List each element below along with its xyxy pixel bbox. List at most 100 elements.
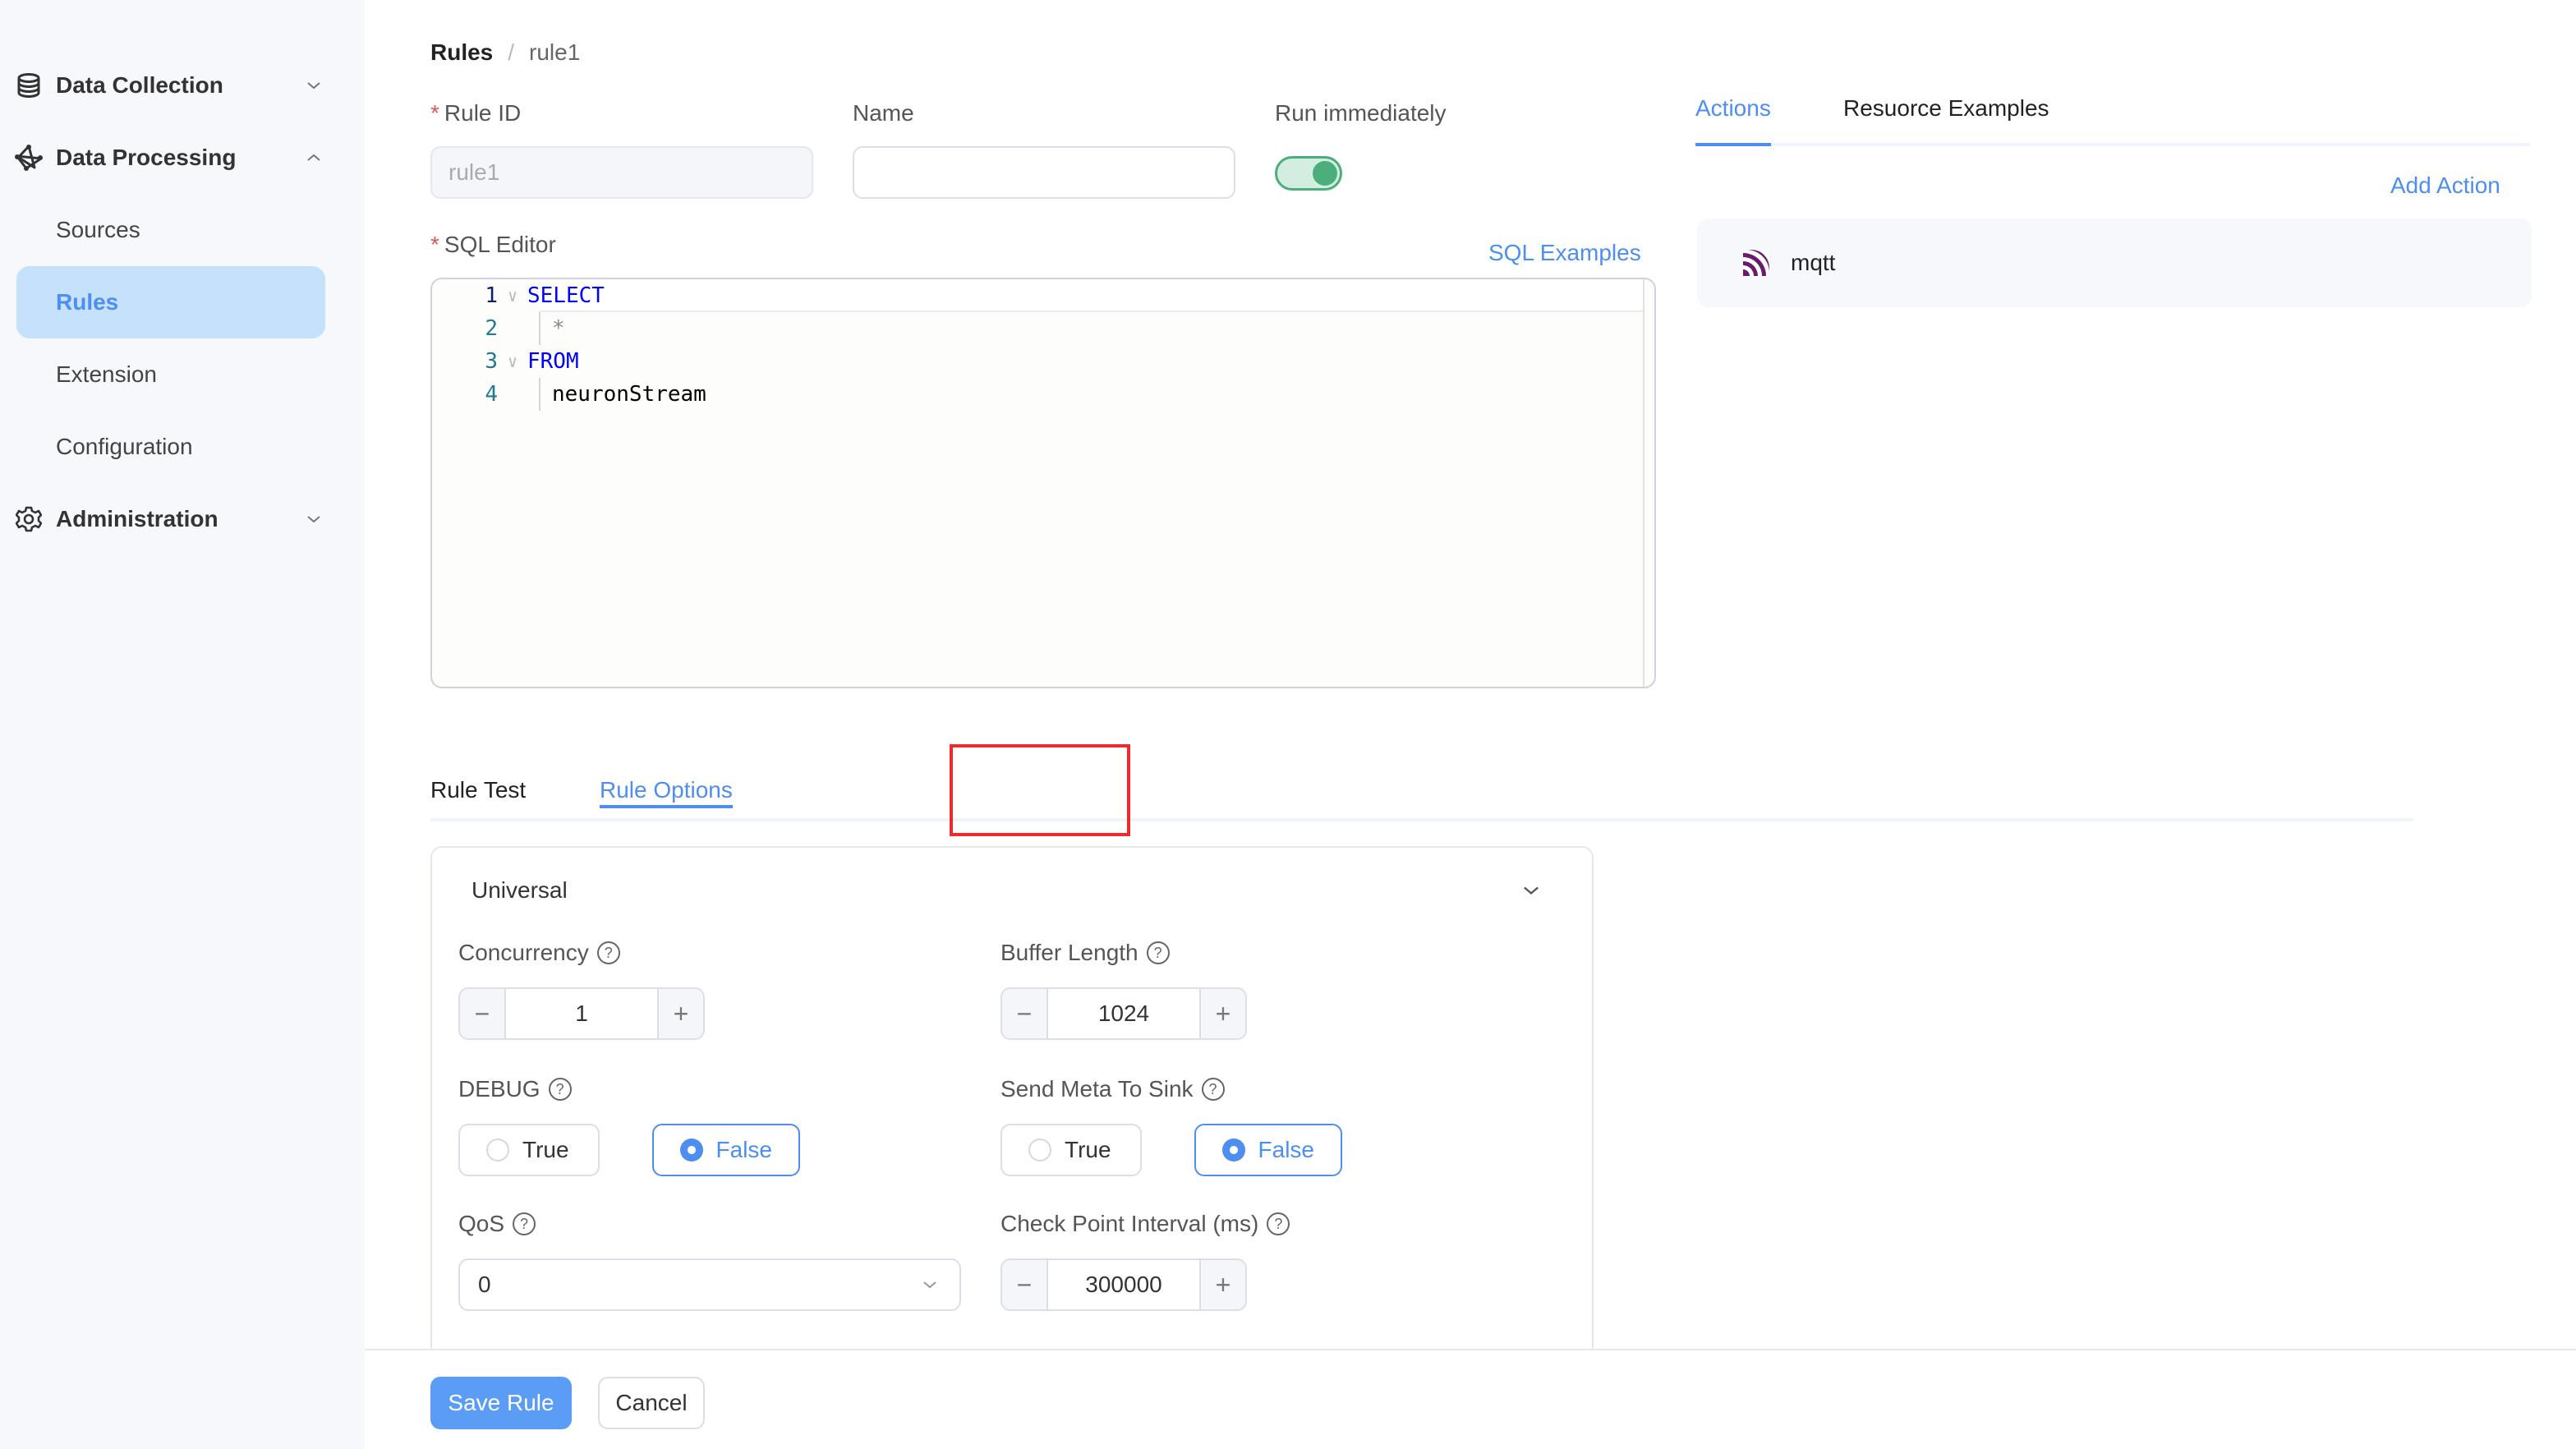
sidebar-group-label: Administration xyxy=(56,506,218,531)
sidebar-group-administration[interactable]: Administration xyxy=(0,490,365,549)
decrement-button[interactable]: − xyxy=(1002,1260,1048,1309)
concurrency-value[interactable]: 1 xyxy=(506,989,657,1038)
rule-id-label-text: Rule ID xyxy=(444,100,522,126)
help-icon[interactable]: ? xyxy=(1267,1212,1290,1235)
form-footer: Save Rule Cancel xyxy=(365,1349,2576,1449)
code-text: neuronStream xyxy=(552,382,706,407)
breadcrumb: Rules / rule1 xyxy=(430,39,580,66)
buffer-length-label: Buffer Length ? xyxy=(1000,940,1170,966)
increment-button[interactable]: + xyxy=(1199,1260,1245,1309)
sql-editor-label: * SQL Editor xyxy=(430,232,556,258)
sidebar-item-extension[interactable]: Extension xyxy=(16,338,325,411)
line-number: 2 xyxy=(485,316,498,341)
fold-chevron-icon[interactable]: ∨ xyxy=(498,352,527,371)
chevron-down-icon[interactable] xyxy=(1520,879,1543,902)
concurrency-stepper: − 1 + xyxy=(458,987,705,1040)
gear-icon xyxy=(15,505,43,533)
help-icon[interactable]: ? xyxy=(1201,1078,1225,1101)
increment-button[interactable]: + xyxy=(657,989,703,1038)
sidebar-group-label: Data Processing xyxy=(56,145,237,170)
radio-selected-icon xyxy=(1222,1138,1245,1162)
required-marker: * xyxy=(430,100,439,126)
sql-examples-link[interactable]: SQL Examples xyxy=(1488,240,1641,266)
sidebar-item-label: Sources xyxy=(56,217,140,242)
tab-resource-examples[interactable]: Resuorce Examples xyxy=(1843,95,2049,122)
fold-chevron-icon[interactable]: ∨ xyxy=(498,286,527,306)
tab-rule-options[interactable]: Rule Options xyxy=(600,777,733,808)
debug-true-radio[interactable]: True xyxy=(458,1124,600,1176)
help-icon[interactable]: ? xyxy=(596,941,620,964)
breadcrumb-separator: / xyxy=(508,39,515,65)
send-meta-label-text: Send Meta To Sink xyxy=(1000,1076,1194,1102)
sql-editor[interactable]: 1 ∨ SELECT 2 * 3 ∨ FROM 4 neuronStream xyxy=(430,278,1656,688)
radio-label: True xyxy=(522,1137,569,1162)
mqtt-icon xyxy=(1743,250,1769,276)
sql-editor-label-text: SQL Editor xyxy=(444,232,556,257)
name-input[interactable] xyxy=(853,146,1235,199)
decrement-button[interactable]: − xyxy=(460,989,506,1038)
code-text: SELECT xyxy=(527,283,605,308)
radio-label: True xyxy=(1065,1137,1111,1162)
required-marker: * xyxy=(430,232,439,257)
checkpoint-label: Check Point Interval (ms) ? xyxy=(1000,1211,1290,1237)
checkpoint-value[interactable]: 300000 xyxy=(1048,1260,1199,1309)
action-card-mqtt[interactable]: mqtt xyxy=(1697,218,2532,307)
sidebar-item-configuration[interactable]: Configuration xyxy=(16,411,325,483)
action-name: mqtt xyxy=(1791,250,1836,275)
radio-circle-icon xyxy=(1028,1138,1051,1162)
sidebar-item-sources[interactable]: Sources xyxy=(16,194,325,266)
tab-rule-test[interactable]: Rule Test xyxy=(430,777,526,803)
sidebar-item-label: Configuration xyxy=(56,434,193,459)
code-line: 1 ∨ SELECT xyxy=(432,279,605,312)
chevron-up-icon xyxy=(307,154,320,161)
section-title: Universal xyxy=(472,877,568,903)
code-line: 2 * xyxy=(432,312,565,345)
toggle-knob xyxy=(1313,161,1337,186)
buffer-length-value[interactable]: 1024 xyxy=(1048,989,1199,1038)
concurrency-label-text: Concurrency xyxy=(458,940,589,965)
send-meta-label: Send Meta To Sink ? xyxy=(1000,1076,1225,1102)
chevron-down-icon xyxy=(923,1281,936,1289)
sidebar-item-label: Rules xyxy=(56,289,119,315)
help-icon[interactable]: ? xyxy=(513,1212,536,1235)
help-icon[interactable]: ? xyxy=(548,1078,572,1101)
debug-false-radio[interactable]: False xyxy=(652,1124,800,1176)
rule-tabs: Rule Test Rule Options xyxy=(430,769,2413,821)
universal-options-panel: Universal Concurrency ? − 1 + Buffer Len… xyxy=(430,846,1594,1421)
checkpoint-label-text: Check Point Interval (ms) xyxy=(1000,1211,1259,1236)
sidebar: Data Collection Data Processing Sources … xyxy=(0,0,365,1449)
code-text: * xyxy=(552,316,565,341)
buffer-length-label-text: Buffer Length xyxy=(1000,940,1138,965)
right-panel-tabs: Actions Resuorce Examples xyxy=(1695,95,2530,146)
run-immediately-toggle[interactable] xyxy=(1275,156,1342,191)
line-number: 4 xyxy=(485,382,498,407)
cancel-button[interactable]: Cancel xyxy=(598,1377,705,1429)
help-icon[interactable]: ? xyxy=(1146,941,1170,964)
add-action-link[interactable]: Add Action xyxy=(2390,172,2500,199)
save-rule-button[interactable]: Save Rule xyxy=(430,1377,572,1429)
rule-id-input[interactable]: rule1 xyxy=(430,146,813,199)
send-meta-false-radio[interactable]: False xyxy=(1194,1124,1342,1176)
main-content: Rules / rule1 * Rule ID rule1 Name Run im… xyxy=(365,0,2576,1449)
sidebar-group-data-processing[interactable]: Data Processing xyxy=(0,128,365,187)
send-meta-true-radio[interactable]: True xyxy=(1000,1124,1142,1176)
radio-label: False xyxy=(715,1137,772,1162)
tab-actions[interactable]: Actions xyxy=(1695,95,1771,146)
qos-select[interactable]: 0 xyxy=(458,1258,961,1311)
name-label: Name xyxy=(853,100,914,126)
sidebar-item-rules[interactable]: Rules xyxy=(16,266,325,338)
breadcrumb-root[interactable]: Rules xyxy=(430,39,493,66)
qos-label: QoS ? xyxy=(458,1211,536,1237)
checkpoint-stepper: − 300000 + xyxy=(1000,1258,1247,1311)
sidebar-item-label: Extension xyxy=(56,361,157,387)
buffer-length-stepper: − 1024 + xyxy=(1000,987,1247,1040)
network-icon xyxy=(15,144,43,172)
run-immediately-label: Run immediately xyxy=(1275,100,1447,126)
radio-label: False xyxy=(1258,1137,1314,1162)
editor-scrollbar[interactable] xyxy=(1643,279,1644,687)
increment-button[interactable]: + xyxy=(1199,989,1245,1038)
decrement-button[interactable]: − xyxy=(1002,989,1048,1038)
active-line-highlight xyxy=(539,279,1644,312)
code-line: 3 ∨ FROM xyxy=(432,345,578,378)
sidebar-group-data-collection[interactable]: Data Collection xyxy=(0,56,365,115)
